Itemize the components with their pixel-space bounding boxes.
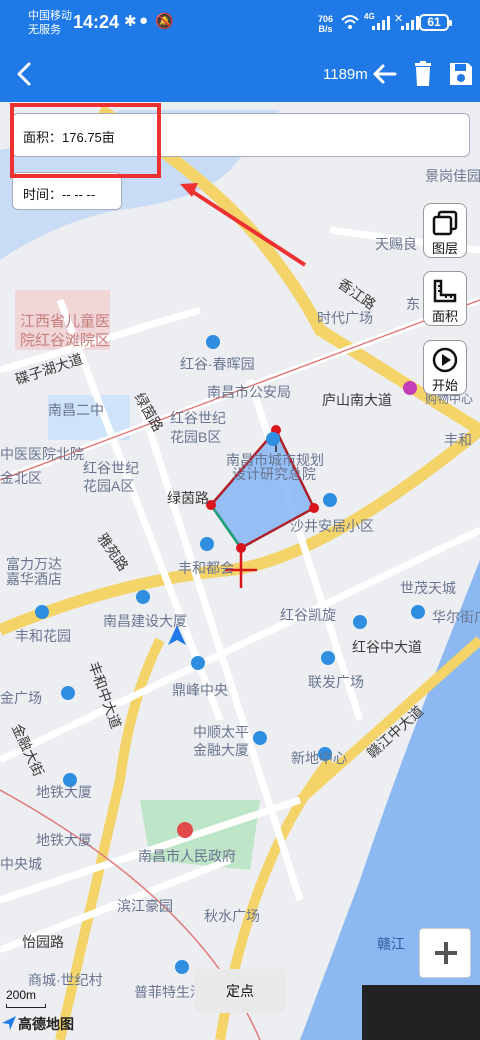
map-label: 院红谷滩院区 [20, 332, 111, 349]
map-label: 世茂天城 [400, 580, 456, 596]
area-tool-button[interactable]: 面积 [423, 271, 467, 326]
carrier-name: 中国移动 [28, 10, 72, 22]
map-logo: 高德地图 [18, 1016, 74, 1032]
mute-icon: 🔕 [155, 13, 174, 30]
map-label: 金北区 [0, 470, 42, 486]
map-label: 赣江 [377, 936, 405, 952]
layers-button[interactable]: 图层 [423, 203, 467, 258]
status-bar: 中国移动 无服务 14:24 ✱ ● 🔕 706 B/s 4G ✕ 61 [0, 0, 480, 46]
bluetooth-icon: ✱ [124, 13, 137, 30]
map-label: 设计研究总院 [232, 466, 316, 482]
map-label: 南昌二中 [48, 402, 104, 418]
map-label: 中医医院北院 [0, 446, 84, 462]
map-label: 花园B区 [170, 429, 222, 445]
signal-icon [372, 14, 390, 30]
shopping-marker [403, 381, 417, 395]
map-label: 时代广场 [317, 310, 373, 326]
clock: 14:24 [73, 12, 120, 32]
start-label: 开始 [431, 378, 458, 393]
map-label: 普菲特生活 [134, 984, 204, 1000]
wifi-icon [341, 15, 359, 29]
time-info-panel: 时间：-- -- -- [12, 172, 122, 210]
annotation-arrow [188, 188, 307, 267]
map-label: 景岗佳园 [425, 168, 480, 184]
start-button[interactable]: 开始 [423, 340, 467, 395]
map-view[interactable]: 景岗佳园 天赐良 香江路 东 时代广场 江西省儿童医 院红谷滩院区 碟子湖大道 … [0, 102, 480, 1040]
area-value: 176.75亩 [62, 130, 115, 145]
play-icon [432, 347, 458, 373]
map-label: 联发广场 [308, 674, 364, 690]
signal-icon-2 [401, 14, 419, 30]
map-label: 新地中心 [291, 750, 347, 766]
map-label: 滨江豪园 [117, 898, 173, 914]
scale-label: 200m [6, 988, 37, 1002]
map-label: 地铁大厦 [36, 784, 92, 800]
map-label: 红谷世纪 [170, 410, 226, 426]
map-label: 鼎峰中央 [172, 682, 228, 698]
map-label: 地铁大厦 [36, 832, 92, 848]
map-label: 丰和都会 [178, 560, 234, 576]
map-label: 南昌市人民政府 [138, 848, 236, 864]
map-label: 庐山南大道 [322, 392, 392, 408]
time-value: -- -- -- [62, 187, 96, 202]
map-label: 红谷·春晖园 [180, 356, 255, 372]
map-label: 中顺太平 [193, 724, 249, 740]
map-label: 红谷凯旋 [280, 607, 336, 623]
map-label: 江西省儿童医 [20, 313, 111, 330]
map-label: 华尔街广 [432, 609, 480, 625]
layers-icon [432, 210, 458, 236]
map-label: 花园A区 [83, 478, 135, 494]
map-label: 红谷世纪 [83, 460, 139, 476]
map-label: 天赐良 [375, 236, 417, 252]
carrier-info: 中国移动 无服务 [28, 9, 72, 37]
toolbar: 1189m [0, 46, 480, 102]
map-label: 金融大厦 [193, 742, 249, 758]
map-label: 金广场 [0, 690, 42, 706]
undo-arrow-icon[interactable] [371, 60, 399, 88]
map-label: 东 [406, 296, 420, 312]
dark-overlay [362, 985, 480, 1040]
net-speed-unit: B/s [318, 24, 333, 34]
map-label: 沙井安居小区 [290, 518, 374, 534]
scale-bar [6, 1004, 46, 1008]
map-label: 南昌建设大厦 [103, 613, 187, 629]
map-label: 丰和 [444, 432, 472, 448]
map-label: 商城·世纪村 [28, 972, 103, 988]
location-icon: ● [139, 12, 149, 29]
back-icon[interactable] [10, 58, 40, 90]
save-icon[interactable] [447, 60, 475, 88]
plus-icon [435, 942, 457, 964]
area-label: 面积： [23, 130, 63, 145]
distance-label: 1189m [323, 66, 368, 83]
carrier-service: 无服务 [28, 24, 61, 36]
map-label: 南昌市公安局 [207, 384, 291, 400]
time-label: 时间： [23, 187, 63, 202]
zoom-in-button[interactable] [419, 928, 471, 978]
ruler-icon [433, 279, 457, 303]
government-marker [177, 822, 193, 838]
map-label: 丰和花园 [15, 628, 71, 644]
map-label: 秋水广场 [204, 908, 260, 924]
delete-icon[interactable] [409, 60, 437, 88]
net-speed-value: 706 [318, 14, 334, 24]
amap-logo-icon [2, 1016, 16, 1030]
battery-icon: 61 [419, 14, 452, 31]
net-speed: 706 B/s [318, 14, 333, 34]
area-info-panel: 面积：176.75亩 [12, 113, 470, 157]
map-label: 怡园路 [22, 934, 64, 950]
locate-button[interactable]: 定点 [195, 969, 285, 1013]
layers-label: 图层 [431, 241, 458, 256]
map-label: 嘉华酒店 [6, 571, 62, 587]
area-tool-label: 面积 [431, 309, 458, 324]
map-label: 绿茵路 [167, 490, 209, 506]
map-label: 中央城 [0, 856, 42, 872]
map-label: 红谷中大道 [352, 639, 422, 655]
